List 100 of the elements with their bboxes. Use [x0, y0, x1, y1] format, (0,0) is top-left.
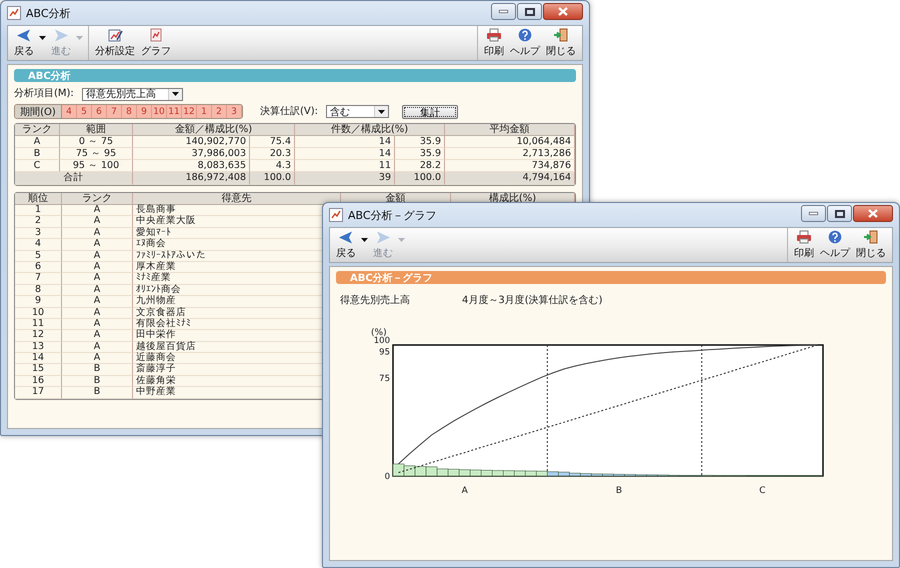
close-icon: [558, 7, 568, 16]
minimize-icon: [809, 212, 818, 215]
month-toggle[interactable]: 2: [212, 105, 227, 118]
table-cell: 75 ～ 95: [60, 148, 133, 160]
maximize-button[interactable]: [827, 205, 852, 222]
maximize-icon: [524, 8, 534, 16]
analysis-item-dropdown[interactable]: 得意先別売上高: [82, 88, 183, 100]
minimize-button[interactable]: [491, 3, 516, 20]
table-cell: 14: [15, 353, 62, 364]
table-cell: 2,713,286: [445, 148, 575, 160]
table-cell: 17: [15, 387, 62, 399]
table-cell: B: [15, 148, 60, 160]
window-title: ABC分析－グラフ: [348, 208, 438, 222]
tick-label: B: [616, 486, 622, 496]
table-cell: 14: [295, 136, 395, 148]
table-cell: 4: [15, 239, 62, 251]
chart-pencil-icon: [108, 28, 122, 42]
table-cell: 35.9: [395, 136, 445, 148]
period-text: 4月度～3月度(決算仕訳を含む): [462, 294, 603, 307]
column-header: 件数／構成比(%): [295, 124, 445, 136]
maximize-button[interactable]: [517, 3, 542, 20]
table-cell: A: [62, 296, 133, 308]
close-icon: [868, 209, 878, 218]
chart-bar: [426, 466, 438, 476]
month-toggle[interactable]: 8: [122, 105, 137, 118]
column-header: 順位: [15, 193, 62, 205]
table-cell: 4,794,164: [445, 172, 575, 185]
exit-door-icon: [553, 28, 569, 42]
table-cell: 100.0: [395, 172, 445, 185]
table-cell: 9: [15, 296, 62, 308]
table-cell: 8: [15, 284, 62, 296]
subject-label: 得意先別売上高: [340, 294, 411, 307]
table-cell: 186,972,408: [133, 172, 250, 185]
close-button[interactable]: 閉じる: [543, 26, 579, 60]
app-icon: [7, 6, 21, 20]
table-cell: A: [62, 284, 133, 296]
month-toggle[interactable]: 7: [107, 105, 122, 118]
tick-label: 100: [374, 336, 390, 346]
month-toggle[interactable]: 12: [182, 105, 197, 118]
caret-icon: [361, 238, 368, 242]
month-toggle[interactable]: 11: [167, 105, 182, 118]
field-label: 分析項目(M):: [14, 87, 74, 101]
forward-arrow-icon: [375, 230, 391, 244]
table-cell: 16: [15, 376, 62, 388]
table-cell: 15: [15, 364, 62, 376]
month-toggle[interactable]: 4: [62, 105, 77, 118]
table-cell: 100.0: [250, 172, 295, 185]
window-close-button[interactable]: [853, 205, 893, 222]
table-cell: A: [62, 216, 133, 228]
table-cell: A: [62, 273, 133, 285]
table-cell: 3: [15, 228, 62, 240]
minimize-button[interactable]: [801, 205, 826, 222]
closing-entries-dropdown[interactable]: 含む: [326, 105, 390, 118]
print-button[interactable]: 印刷: [791, 228, 817, 262]
forward-arrow-icon: [53, 28, 69, 42]
table-cell: 2: [15, 216, 62, 228]
analysis-settings-button[interactable]: 分析設定: [92, 26, 138, 60]
table-cell: 7: [15, 273, 62, 285]
section-title: ABC分析－グラフ: [336, 271, 886, 284]
graph-button[interactable]: グラフ: [138, 26, 174, 60]
table-cell: A: [62, 342, 133, 354]
month-toggle[interactable]: 10: [152, 105, 167, 118]
close-button[interactable]: 閉じる: [853, 228, 889, 262]
window-close-button[interactable]: [543, 3, 583, 20]
month-toggle[interactable]: 9: [137, 105, 152, 118]
table-cell: 75.4: [250, 136, 295, 148]
table-cell: A: [62, 250, 133, 262]
table-cell: 35.9: [395, 148, 445, 160]
back-arrow-icon: [16, 28, 32, 42]
table-cell: 37,986,003: [133, 148, 250, 160]
back-button[interactable]: 戻る: [11, 26, 37, 60]
month-toggle[interactable]: 6: [92, 105, 107, 118]
table-cell: 10: [15, 308, 62, 319]
month-toggle[interactable]: 3: [227, 105, 242, 118]
caret-icon: [39, 36, 46, 40]
column-header: ランク: [62, 193, 133, 205]
app-icon: [329, 208, 343, 222]
help-button[interactable]: ヘルプ: [507, 26, 543, 60]
table-cell: 20.3: [250, 148, 295, 160]
table-cell: A: [62, 318, 133, 330]
dropdown-arrow-icon: [378, 110, 386, 114]
month-toggle[interactable]: 5: [77, 105, 92, 118]
table-cell: 0 ～ 75: [60, 136, 133, 148]
tick-label: 95: [379, 348, 390, 358]
column-header: 範囲: [60, 124, 133, 136]
help-button[interactable]: ヘルプ: [817, 228, 853, 262]
table-cell: A: [62, 262, 133, 274]
help-icon: [828, 230, 842, 244]
print-button[interactable]: 印刷: [481, 26, 507, 60]
month-toggle[interactable]: 1: [197, 105, 212, 118]
field-label: 決算仕訳(V):: [260, 104, 318, 118]
chart-bar: [404, 466, 416, 476]
table-cell: 5: [15, 250, 62, 262]
minimize-icon: [499, 10, 508, 13]
table-cell: A: [62, 353, 133, 364]
table-cell: A: [62, 228, 133, 240]
column-header: 得意先: [133, 193, 341, 205]
table-cell: B: [62, 376, 133, 388]
chart-bar: [414, 466, 426, 476]
tick-label: C: [759, 486, 766, 496]
